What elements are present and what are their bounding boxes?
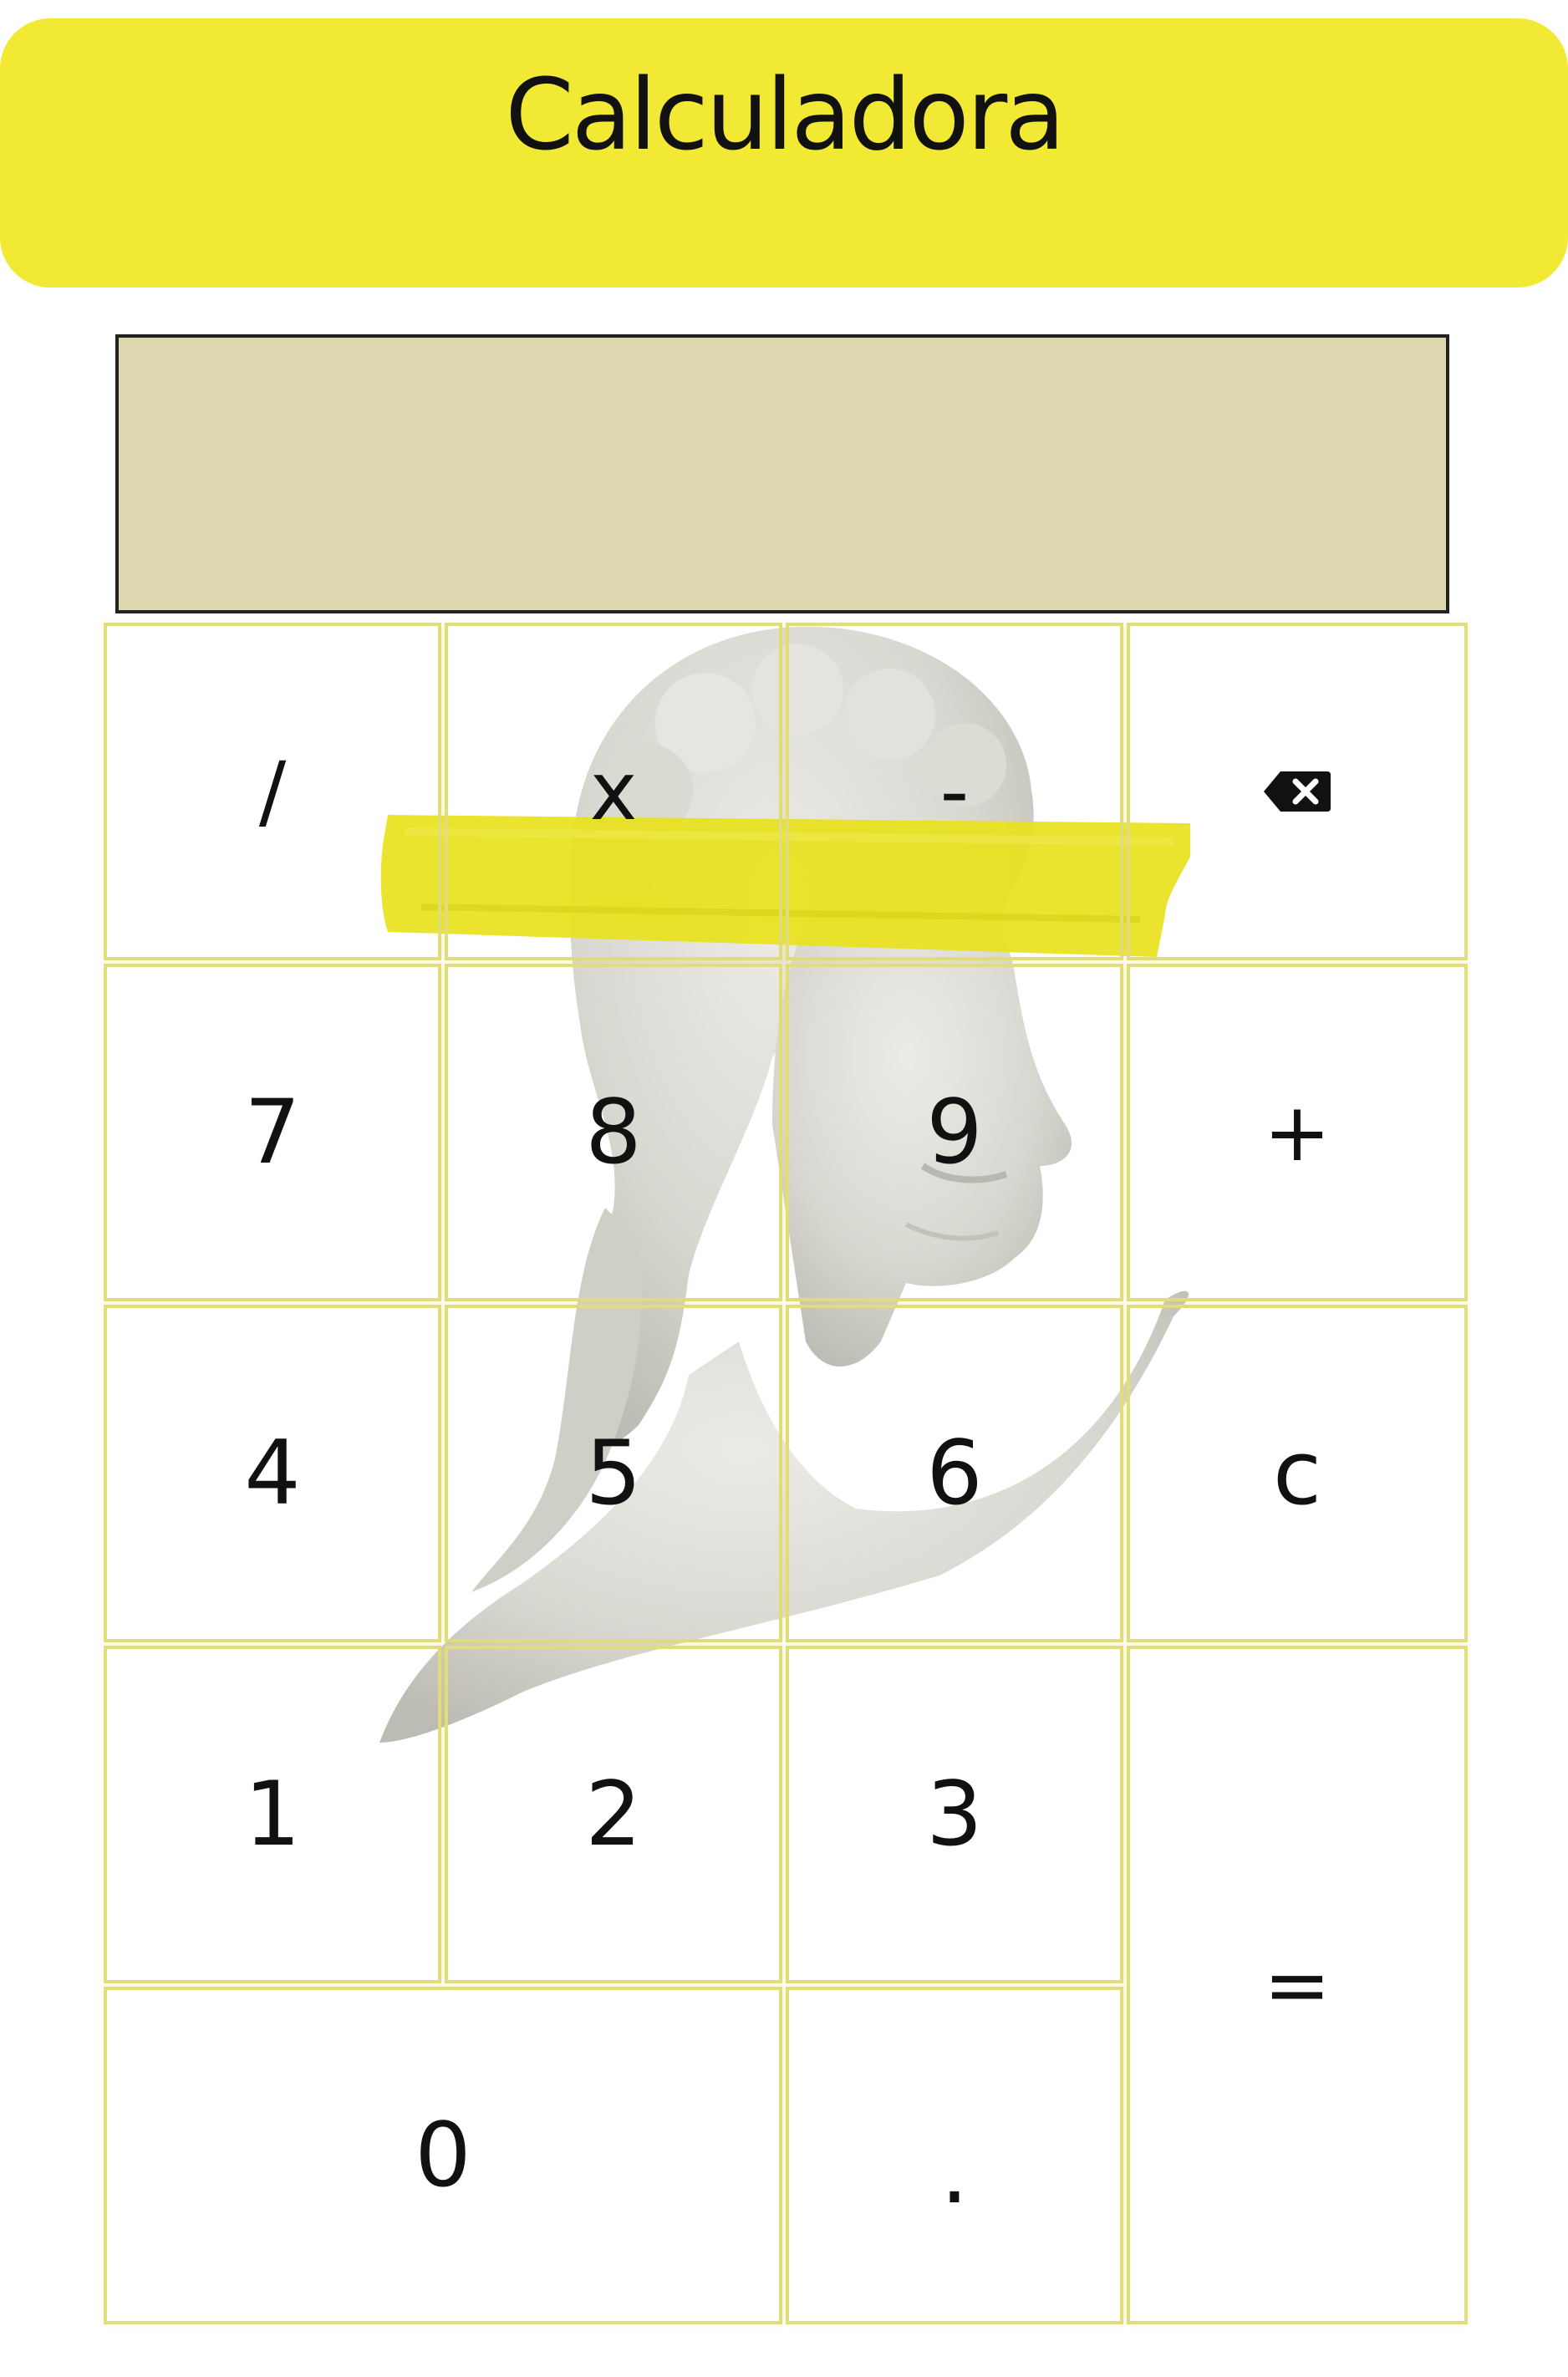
equals-button[interactable]: = — [1127, 1646, 1468, 2324]
digit-2-label: 2 — [585, 1763, 642, 1865]
digit-7-button[interactable]: 7 — [104, 964, 441, 1301]
add-label: + — [1263, 1086, 1331, 1179]
digit-5-button[interactable]: 5 — [445, 1305, 782, 1642]
header-bar: Calculadora — [0, 18, 1568, 288]
digit-6-button[interactable]: 6 — [786, 1305, 1123, 1642]
digit-5-label: 5 — [585, 1422, 642, 1524]
digit-9-label: 9 — [926, 1081, 983, 1183]
calculator-display — [115, 334, 1449, 613]
digit-4-button[interactable]: 4 — [104, 1305, 441, 1642]
backspace-button[interactable] — [1127, 623, 1468, 960]
clear-label: c — [1272, 1422, 1322, 1524]
digit-8-button[interactable]: 8 — [445, 964, 782, 1301]
calculator-page: Calculadora / x - 7 8 9 + 4 5 6 c 1 2 3 … — [0, 0, 1568, 2377]
equals-label: = — [1263, 1938, 1331, 2032]
digit-0-label: 0 — [415, 2104, 471, 2206]
digit-3-button[interactable]: 3 — [786, 1646, 1123, 1983]
digit-0-button[interactable]: 0 — [104, 1987, 782, 2324]
clear-button[interactable]: c — [1127, 1305, 1468, 1642]
backspace-icon — [1264, 771, 1331, 812]
decimal-button[interactable]: . — [786, 1987, 1123, 2324]
digit-9-button[interactable]: 9 — [786, 964, 1123, 1301]
divide-label: / — [258, 745, 287, 838]
page-title: Calculadora — [505, 57, 1065, 172]
digit-6-label: 6 — [926, 1422, 983, 1524]
add-button[interactable]: + — [1127, 964, 1468, 1301]
subtract-label: - — [939, 745, 970, 838]
digit-2-button[interactable]: 2 — [445, 1646, 782, 1983]
digit-4-label: 4 — [244, 1422, 301, 1524]
digit-1-label: 1 — [244, 1763, 301, 1865]
multiply-button[interactable]: x — [445, 623, 782, 960]
digit-3-label: 3 — [926, 1763, 983, 1865]
subtract-button[interactable]: - — [786, 623, 1123, 960]
digit-8-label: 8 — [585, 1081, 642, 1183]
multiply-label: x — [589, 745, 638, 838]
decimal-label: . — [940, 2120, 969, 2223]
digit-7-label: 7 — [244, 1081, 301, 1183]
divide-button[interactable]: / — [104, 623, 441, 960]
keypad: / x - 7 8 9 + 4 5 6 c 1 2 3 = 0 . — [104, 623, 1468, 2324]
digit-1-button[interactable]: 1 — [104, 1646, 441, 1983]
